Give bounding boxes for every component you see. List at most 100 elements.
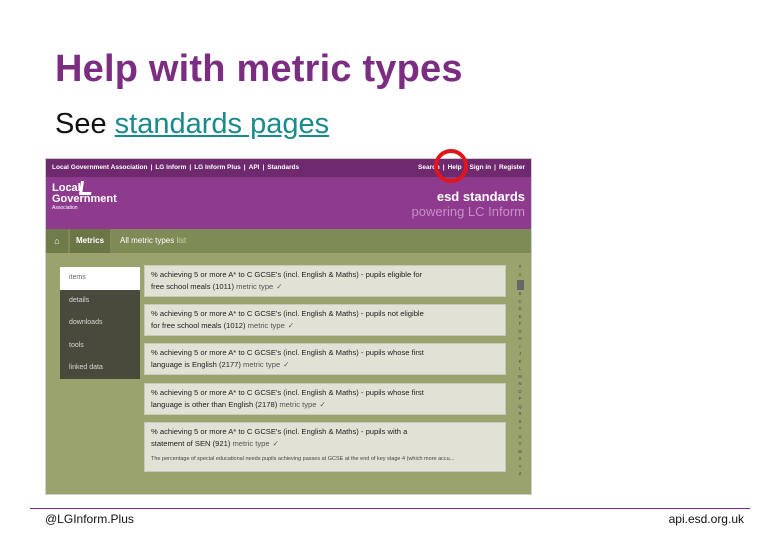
alphabet-letter[interactable]: I (515, 343, 525, 351)
breadcrumb-current: All metric types list (120, 229, 186, 253)
result-type-tag: metric type (279, 400, 317, 409)
alphabet-letter[interactable]: S (515, 418, 525, 426)
alphabet-letter[interactable]: K (515, 358, 525, 366)
breadcrumb-current-label: All metric types (120, 236, 175, 245)
result-title-line-1[interactable]: % achieving 5 or more A* to C GCSE's (in… (151, 387, 499, 399)
result-title-line-1[interactable]: % achieving 5 or more A* to C GCSE's (in… (151, 269, 499, 281)
result-title-text[interactable]: for free school meals (1012) (151, 321, 248, 330)
alphabet-letter[interactable]: Z (515, 470, 525, 478)
sidenav-item-details[interactable]: details (60, 290, 140, 313)
lga-mark-icon (79, 181, 93, 195)
site-banner: Local Government Association esd standar… (46, 177, 531, 229)
sidenav-item-downloads[interactable]: downloads (60, 312, 140, 335)
result-title-line-2[interactable]: for free school meals (1012) metric type… (151, 320, 499, 332)
nav-separator: | (189, 164, 192, 171)
alphabet-letter[interactable]: F (515, 320, 525, 328)
alphabet-letter[interactable]: E (515, 313, 525, 321)
brand-tagline: powering LC Inform (411, 204, 525, 219)
result-type-tag: metric type (236, 282, 274, 291)
footer-url: api.esd.org.uk (668, 512, 744, 526)
result-card[interactable]: % achieving 5 or more A* to C GCSE's (in… (144, 422, 506, 472)
logo-line-3: Association (52, 205, 78, 211)
result-card[interactable]: % achieving 5 or more A* to C GCSE's (in… (144, 343, 506, 375)
result-title-line-2[interactable]: language is other than English (2178) me… (151, 399, 499, 411)
result-title-line-2[interactable]: statement of SEN (921) metric type ✓ (151, 438, 499, 450)
edit-icon[interactable]: ✓ (319, 400, 325, 409)
result-title-text[interactable]: language is English (2177) (151, 360, 243, 369)
sidenav-item-items[interactable]: items (60, 267, 140, 290)
alphabet-letter[interactable]: P (515, 395, 525, 403)
alphabet-letter[interactable]: T (515, 425, 525, 433)
nav-link-standards[interactable]: Standards (267, 164, 299, 171)
alphabet-letter[interactable]: L (515, 365, 525, 373)
top-nav-left: Local Government Association | LG Inform | L… (52, 164, 302, 171)
alphabet-letter[interactable]: G (515, 328, 525, 336)
nav-link-local-government-association[interactable]: Local Government Association (52, 164, 147, 171)
alphabet-letter[interactable]: # (515, 263, 525, 271)
nav-separator: | (262, 164, 265, 171)
result-title-line-2[interactable]: language is English (2177) metric type ✓ (151, 359, 499, 371)
edit-icon[interactable]: ✓ (273, 439, 279, 448)
alphabet-letter[interactable]: O (515, 388, 525, 396)
edit-icon[interactable]: ✓ (288, 321, 294, 330)
breadcrumb-metrics[interactable]: Metrics (70, 229, 111, 253)
alphabet-letter[interactable]: H (515, 335, 525, 343)
logo-line-2: Government (52, 193, 117, 205)
nav-link-lg-inform[interactable]: LG Inform (155, 164, 186, 171)
result-title-line-1[interactable]: % achieving 5 or more A* to C GCSE's (in… (151, 426, 499, 438)
website-screenshot: Local Government Association | LG Inform | L… (45, 158, 532, 495)
slide-subtitle: See standards pages (55, 108, 329, 141)
nav-link-sign-in[interactable]: Sign in (469, 164, 491, 171)
result-card[interactable]: % achieving 5 or more A* to C GCSE's (in… (144, 265, 506, 297)
alphabet-letter[interactable]: C (515, 298, 525, 306)
alphabet-letter[interactable]: Y (515, 463, 525, 471)
esd-brand: esd standards powering LC Inform (412, 189, 525, 219)
alphabet-letter[interactable]: N (515, 380, 525, 388)
alphabet-index: # A B C D E F G H I J K L M N O P Q R S T U V W X Y Z (515, 263, 525, 483)
edit-icon[interactable]: ✓ (283, 360, 289, 369)
alphabet-letter[interactable]: M (515, 373, 525, 381)
breadcrumb: ⌂ Metrics All metric types list (46, 229, 531, 253)
edit-icon[interactable]: ✓ (276, 282, 282, 291)
nav-link-lg-inform-plus[interactable]: LG Inform Plus (194, 164, 241, 171)
sidenav-item-tools[interactable]: tools (60, 335, 140, 358)
footer-divider (30, 508, 750, 509)
result-title-text[interactable]: free school meals (1011) (151, 282, 236, 291)
brand-title: esd standards (436, 189, 525, 204)
result-card[interactable]: % achieving 5 or more A* to C GCSE's (in… (144, 383, 506, 415)
subtitle-prefix: See (55, 108, 115, 140)
content-area: items details downloads tools linked dat… (46, 253, 531, 494)
slide-title: Help with metric types (55, 48, 463, 90)
alphabet-letter[interactable]: Q (515, 403, 525, 411)
result-title-text[interactable]: statement of SEN (921) (151, 439, 232, 448)
alphabet-letter[interactable]: J (515, 350, 525, 358)
nav-separator: | (494, 164, 496, 171)
home-icon[interactable]: ⌂ (46, 229, 68, 253)
footer-twitter-handle: @LGInform.Plus (45, 512, 134, 526)
result-title-line-1[interactable]: % achieving 5 or more A* to C GCSE's (in… (151, 347, 499, 359)
alphabet-letter[interactable]: W (515, 448, 525, 456)
alphabet-letter[interactable]: B (515, 290, 525, 298)
nav-separator: | (243, 164, 246, 171)
result-title-line-1[interactable]: % achieving 5 or more A* to C GCSE's (in… (151, 308, 499, 320)
alphabet-letter[interactable]: D (515, 305, 525, 313)
alphabet-letter[interactable]: R (515, 410, 525, 418)
result-type-tag: metric type (243, 360, 281, 369)
alphabet-letter[interactable]: V (515, 440, 525, 448)
sidenav-item-linked-data[interactable]: linked data (60, 357, 140, 380)
alphabet-letter[interactable]: X (515, 455, 525, 463)
nav-link-register[interactable]: Register (499, 164, 525, 171)
result-title-line-2[interactable]: free school meals (1011) metric type ✓ (151, 281, 499, 293)
result-description: The percentage of special educational ne… (151, 456, 455, 462)
result-card[interactable]: % achieving 5 or more A* to C GCSE's (in… (144, 304, 506, 336)
result-title-text[interactable]: language is other than English (2178) (151, 400, 279, 409)
results-list: % achieving 5 or more A* to C GCSE's (in… (144, 265, 506, 492)
result-type-tag: metric type (232, 439, 270, 448)
scroll-thumb[interactable] (516, 280, 524, 290)
alphabet-letter[interactable]: U (515, 433, 525, 441)
standards-pages-link[interactable]: standards pages (115, 108, 329, 140)
side-navigation: items details downloads tools linked dat… (60, 267, 140, 379)
result-type-tag: metric type (247, 321, 285, 330)
alphabet-letter[interactable]: A (515, 271, 525, 279)
nav-link-api[interactable]: API (249, 164, 260, 171)
